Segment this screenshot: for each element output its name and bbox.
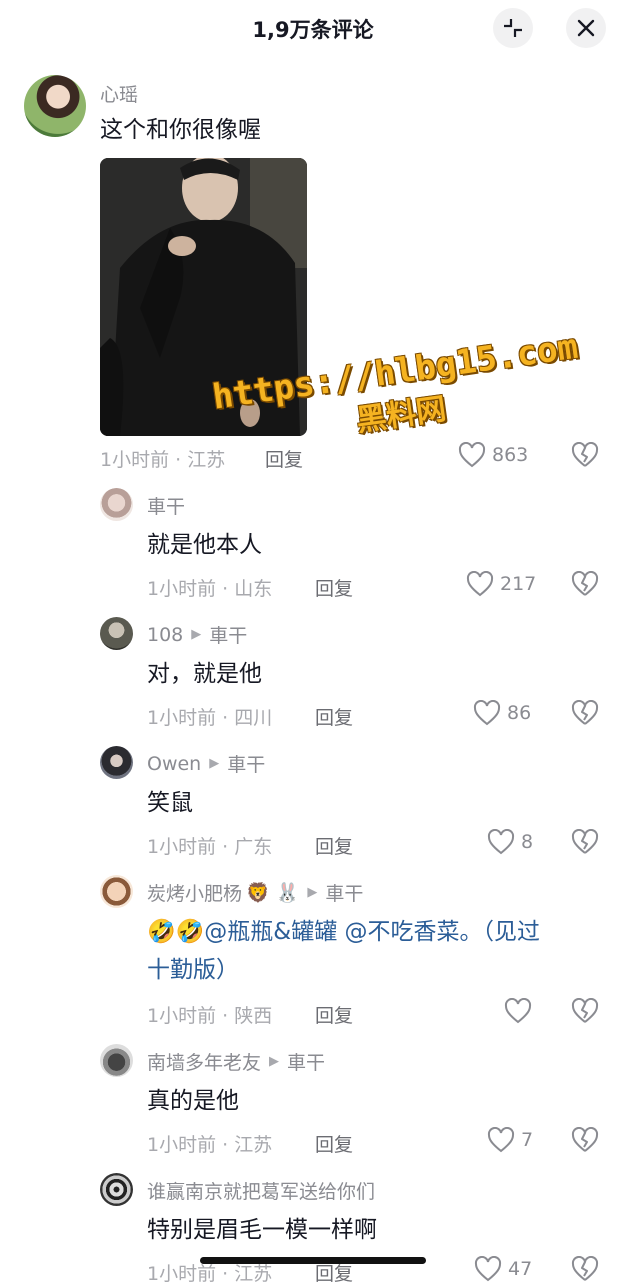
like-count: 863 [492, 444, 529, 466]
heart-icon [487, 829, 515, 855]
reply-username[interactable]: 南墙多年老友 ▶ 車干 [147, 1048, 325, 1075]
like-count: 47 [508, 1258, 533, 1280]
comment-username[interactable]: 心瑶 [100, 80, 138, 107]
reply-to-username[interactable]: 車干 [209, 621, 247, 648]
heart-icon [487, 1127, 515, 1153]
reply-text: 笑鼠 [147, 790, 193, 816]
dislike-button[interactable] [571, 570, 599, 601]
dislike-button[interactable] [571, 1255, 599, 1286]
reply-text: 🤣🤣@瓶瓶&罐罐 @不吃香菜。（见过 [147, 914, 540, 950]
like-button[interactable]: 7 [487, 1127, 533, 1153]
broken-heart-icon [571, 997, 599, 1023]
broken-heart-icon [571, 441, 599, 467]
reply-arrow-icon: ▶ [209, 756, 220, 771]
reply-to-username[interactable]: 車干 [227, 750, 265, 777]
like-button[interactable]: 47 [474, 1256, 532, 1282]
like-count: 86 [507, 702, 532, 724]
reply-meta: 1小时前 · 四川 [147, 707, 273, 729]
like-count: 8 [521, 831, 534, 853]
reply-button[interactable]: 回复 [315, 832, 353, 859]
reply-text: 特别是眉毛一模一样啊 [147, 1217, 377, 1243]
like-count: 7 [521, 1129, 534, 1151]
reply-username-text: Owen [147, 752, 202, 775]
reply-to-username[interactable]: 車干 [325, 879, 363, 906]
reply-text-line2: 十勤版） [147, 952, 239, 988]
reply-meta: 1小时前 · 江苏 [147, 1134, 273, 1156]
avatar[interactable] [100, 746, 133, 779]
heart-icon [504, 998, 532, 1024]
username-emoji: 🦁 🐰 [246, 882, 300, 904]
reply-meta: 1小时前 · 陕西 [147, 1005, 273, 1027]
close-button[interactable] [566, 8, 606, 48]
dislike-button[interactable] [571, 997, 599, 1028]
avatar[interactable] [100, 488, 133, 521]
reply-meta: 1小时前 · 广东 [147, 836, 273, 858]
reply-button[interactable]: 回复 [315, 703, 353, 730]
reply-username[interactable]: 108 ▶ 車干 [147, 621, 247, 648]
reply-text-suffix: 。（见过 [459, 919, 541, 945]
avatar[interactable] [100, 875, 133, 908]
like-count: 217 [500, 573, 537, 595]
heart-icon [466, 571, 494, 597]
dislike-button[interactable] [571, 699, 599, 730]
reply-username-text: 南墙多年老友 [147, 1052, 262, 1074]
comment-meta: 1小时前 · 江苏 [100, 449, 226, 471]
dislike-button[interactable] [571, 441, 599, 472]
comment-text: 这个和你很像喔 [100, 117, 261, 143]
heart-icon [474, 1256, 502, 1282]
avatar[interactable] [24, 75, 86, 137]
reply-button[interactable]: 回复 [315, 1130, 353, 1157]
reply-button[interactable]: 回复 [315, 574, 353, 601]
reply-text-line2-content: 十勤版） [147, 957, 239, 983]
broken-heart-icon [571, 699, 599, 725]
dislike-button[interactable] [571, 828, 599, 859]
broken-heart-icon [571, 1255, 599, 1281]
collapse-button[interactable] [493, 8, 533, 48]
reply-button[interactable]: 回复 [315, 1001, 353, 1028]
reply-username[interactable]: Owen ▶ 車干 [147, 750, 265, 777]
reply-username-text: 炭烤小肥杨 [147, 883, 243, 905]
like-button[interactable]: 86 [473, 700, 531, 726]
reply-to-username[interactable]: 車干 [287, 1048, 325, 1075]
like-button[interactable]: 217 [466, 571, 536, 597]
reply-arrow-icon: ▶ [269, 1054, 280, 1069]
reply-arrow-icon: ▶ [191, 627, 202, 642]
like-button[interactable]: 8 [487, 829, 533, 855]
laughing-emoji: 🤣🤣 [147, 919, 205, 945]
reply-username[interactable]: 車干 [147, 492, 185, 519]
heart-icon [458, 442, 486, 468]
mention-link[interactable]: @不吃香菜 [345, 919, 460, 945]
reply-text: 真的是他 [147, 1088, 239, 1114]
broken-heart-icon [571, 570, 599, 596]
mention-link[interactable]: @瓶瓶&罐罐 [204, 919, 337, 945]
like-button[interactable] [504, 998, 532, 1024]
avatar[interactable] [100, 1044, 133, 1077]
avatar[interactable] [100, 617, 133, 650]
like-button[interactable]: 863 [458, 442, 528, 468]
close-icon [577, 19, 595, 37]
home-indicator[interactable] [200, 1257, 426, 1264]
reply-arrow-icon: ▶ [307, 885, 318, 900]
comments-header: 1,9万条评论 [0, 0, 626, 56]
dislike-button[interactable] [571, 1126, 599, 1157]
broken-heart-icon [571, 1126, 599, 1152]
reply-text: 对，就是他 [147, 661, 262, 687]
reply-username-text: 108 [147, 623, 184, 646]
collapse-icon [504, 19, 522, 37]
reply-meta: 1小时前 · 山东 [147, 578, 273, 600]
reply-username[interactable]: 谁赢南京就把葛军送给你们 [147, 1177, 375, 1204]
avatar[interactable] [100, 1173, 133, 1206]
broken-heart-icon [571, 828, 599, 854]
reply-username[interactable]: 炭烤小肥杨 🦁 🐰 ▶ 車干 [147, 879, 363, 906]
reply-text: 就是他本人 [147, 532, 262, 558]
heart-icon [473, 700, 501, 726]
